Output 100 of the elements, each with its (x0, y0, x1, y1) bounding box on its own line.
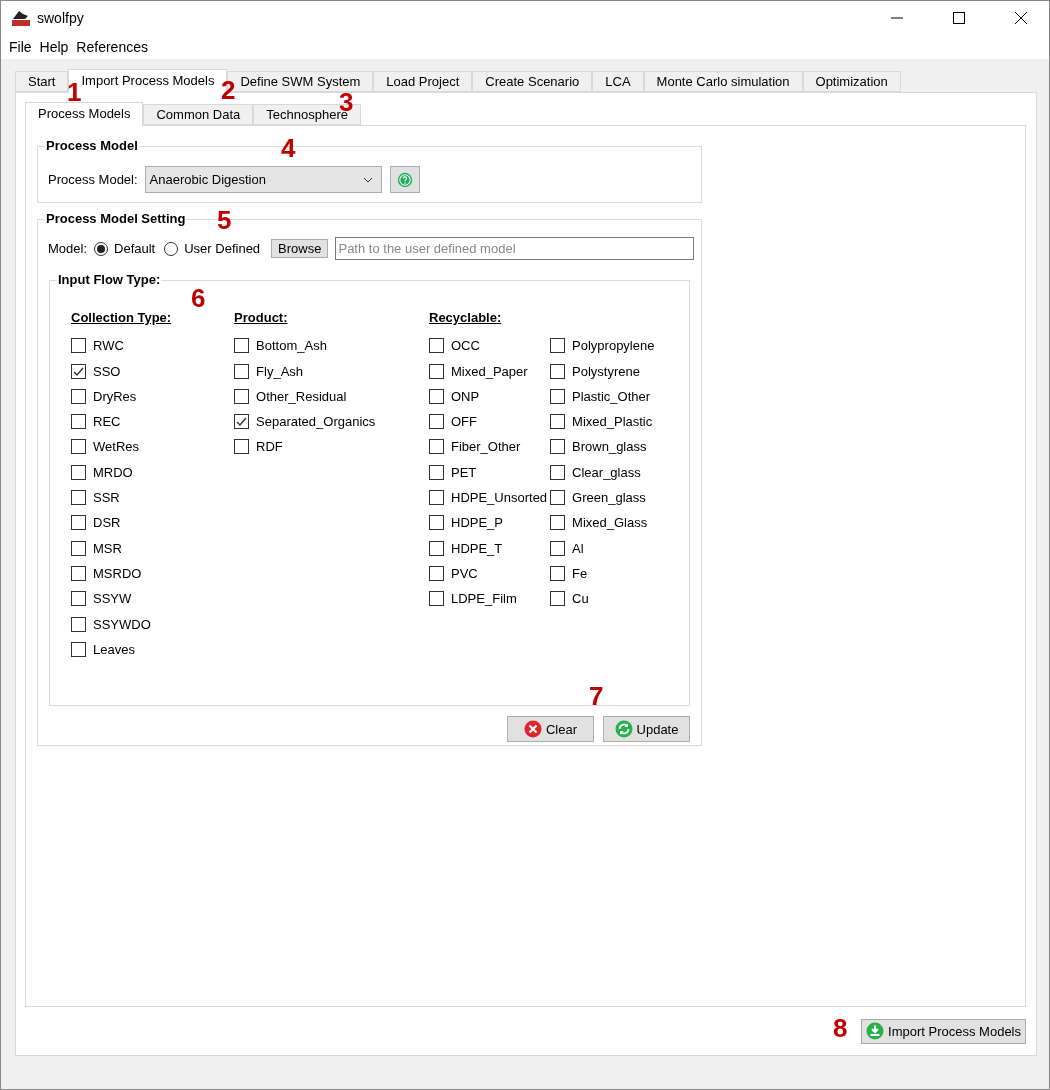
checkbox[interactable] (234, 363, 250, 379)
checkbox-label[interactable]: PVC (451, 565, 478, 581)
checkbox[interactable] (71, 591, 86, 607)
checkbox[interactable] (550, 565, 566, 581)
tab[interactable]: Load Project (373, 71, 473, 93)
checkbox[interactable] (234, 338, 250, 354)
checkbox-label[interactable]: Mixed_Plastic (572, 414, 653, 430)
checkbox-label[interactable]: MRDO (93, 464, 133, 480)
checkbox-label[interactable]: Fly_Ash (256, 363, 304, 379)
tab[interactable]: Optimization (802, 71, 901, 93)
checkbox[interactable] (71, 540, 86, 556)
checkbox-label[interactable]: OCC (451, 338, 480, 354)
checkbox[interactable] (71, 414, 86, 430)
checkbox[interactable] (71, 641, 86, 657)
update-button[interactable]: Update (603, 716, 690, 743)
menu-item[interactable]: References (72, 38, 152, 55)
radio-label[interactable]: User Defined (184, 241, 261, 257)
checkbox-label[interactable]: Mixed_Paper (451, 363, 528, 379)
checkbox-label[interactable]: PET (451, 464, 477, 480)
checkbox[interactable] (234, 414, 250, 430)
checkbox-label[interactable]: Leaves (93, 641, 135, 657)
checkbox[interactable] (550, 414, 566, 430)
checkbox-label[interactable]: Green_glass (572, 490, 646, 506)
checkbox-label[interactable]: SSR (93, 490, 120, 506)
checkbox[interactable] (550, 540, 566, 556)
checkbox-label[interactable]: Brown_glass (572, 439, 647, 455)
checkbox[interactable] (71, 616, 86, 632)
checkbox[interactable] (550, 464, 566, 480)
checkbox-label[interactable]: Polystyrene (572, 363, 640, 379)
tab[interactable]: Start (15, 71, 69, 93)
checkbox-label[interactable]: OFF (451, 414, 477, 430)
checkbox[interactable] (71, 388, 86, 404)
checkbox[interactable] (429, 388, 444, 404)
checkbox-label[interactable]: SSYWDO (93, 616, 151, 632)
checkbox-label[interactable]: Separated_Organics (256, 414, 376, 430)
checkbox-label[interactable]: HDPE_T (451, 540, 503, 556)
checkbox-label[interactable]: DSR (93, 515, 121, 531)
checkbox[interactable] (550, 363, 566, 379)
checkbox-label[interactable]: SSO (93, 363, 121, 379)
checkbox[interactable] (550, 338, 566, 354)
checkbox-label[interactable]: Clear_glass (572, 464, 641, 480)
menu-item[interactable]: File (5, 38, 36, 55)
checkbox-label[interactable]: REC (93, 414, 121, 430)
checkbox[interactable] (429, 540, 444, 556)
checkbox[interactable] (429, 338, 444, 354)
radio-label[interactable]: Default (114, 241, 156, 257)
checkbox[interactable] (429, 591, 444, 607)
checkbox[interactable] (71, 338, 86, 354)
tab[interactable]: LCA (592, 71, 644, 93)
path-field[interactable]: Path to the user defined model (335, 237, 695, 261)
checkbox[interactable] (71, 515, 86, 531)
checkbox[interactable] (550, 388, 566, 404)
checkbox-label[interactable]: Fiber_Other (451, 439, 521, 455)
checkbox[interactable] (71, 464, 86, 480)
checkbox[interactable] (71, 490, 86, 506)
checkbox-label[interactable]: WetRes (93, 439, 139, 455)
checkbox[interactable] (550, 490, 566, 506)
menu-item[interactable]: Help (35, 38, 73, 55)
checkbox[interactable] (71, 565, 86, 581)
checkbox-label[interactable]: Fe (572, 565, 588, 581)
checkbox-label[interactable]: SSYW (93, 591, 132, 607)
clear-button[interactable]: Clear (507, 716, 594, 743)
checkbox[interactable] (550, 591, 566, 607)
checkbox[interactable] (550, 439, 566, 455)
checkbox[interactable] (234, 439, 250, 455)
checkbox[interactable] (429, 363, 444, 379)
checkbox-label[interactable]: RWC (93, 338, 124, 354)
checkbox-label[interactable]: MSRDO (93, 565, 142, 581)
checkbox-label[interactable]: Mixed_Glass (572, 515, 648, 531)
checkbox-label[interactable]: MSR (93, 540, 122, 556)
checkbox-label[interactable]: HDPE_P (451, 515, 504, 531)
tab[interactable]: Create Scenario (472, 71, 593, 93)
checkbox-label[interactable]: ONP (451, 388, 480, 404)
checkbox-label[interactable]: HDPE_Unsorted (451, 490, 548, 506)
checkbox-label[interactable]: RDF (256, 439, 283, 455)
help-button[interactable] (389, 166, 420, 194)
checkbox[interactable] (429, 515, 444, 531)
tab[interactable]: Common Data (143, 104, 254, 126)
tab[interactable]: Monte Carlo simulation (643, 71, 803, 93)
checkbox[interactable] (71, 439, 86, 455)
import-process-models-button[interactable]: Import Process Models (861, 1018, 1026, 1044)
browse-button[interactable]: Browse (271, 239, 329, 259)
checkbox[interactable] (71, 363, 86, 379)
checkbox-label[interactable]: LDPE_Film (451, 591, 517, 607)
checkbox[interactable] (429, 414, 444, 430)
checkbox-label[interactable]: DryRes (93, 388, 137, 404)
checkbox-label[interactable]: Polypropylene (572, 338, 655, 354)
checkbox[interactable] (429, 490, 444, 506)
checkbox[interactable] (429, 464, 444, 480)
checkbox[interactable] (429, 565, 444, 581)
tab[interactable]: Process Models (25, 102, 144, 127)
checkbox-label[interactable]: Bottom_Ash (256, 338, 327, 354)
checkbox-label[interactable]: Al (572, 540, 584, 556)
checkbox[interactable] (234, 388, 250, 404)
checkbox[interactable] (429, 439, 444, 455)
process-model-dropdown[interactable]: Anaerobic Digestion (144, 166, 382, 194)
checkbox-label[interactable]: Plastic_Other (572, 388, 651, 404)
checkbox[interactable] (550, 515, 566, 531)
checkbox-label[interactable]: Other_Residual (256, 388, 347, 404)
checkbox-label[interactable]: Cu (572, 591, 589, 607)
